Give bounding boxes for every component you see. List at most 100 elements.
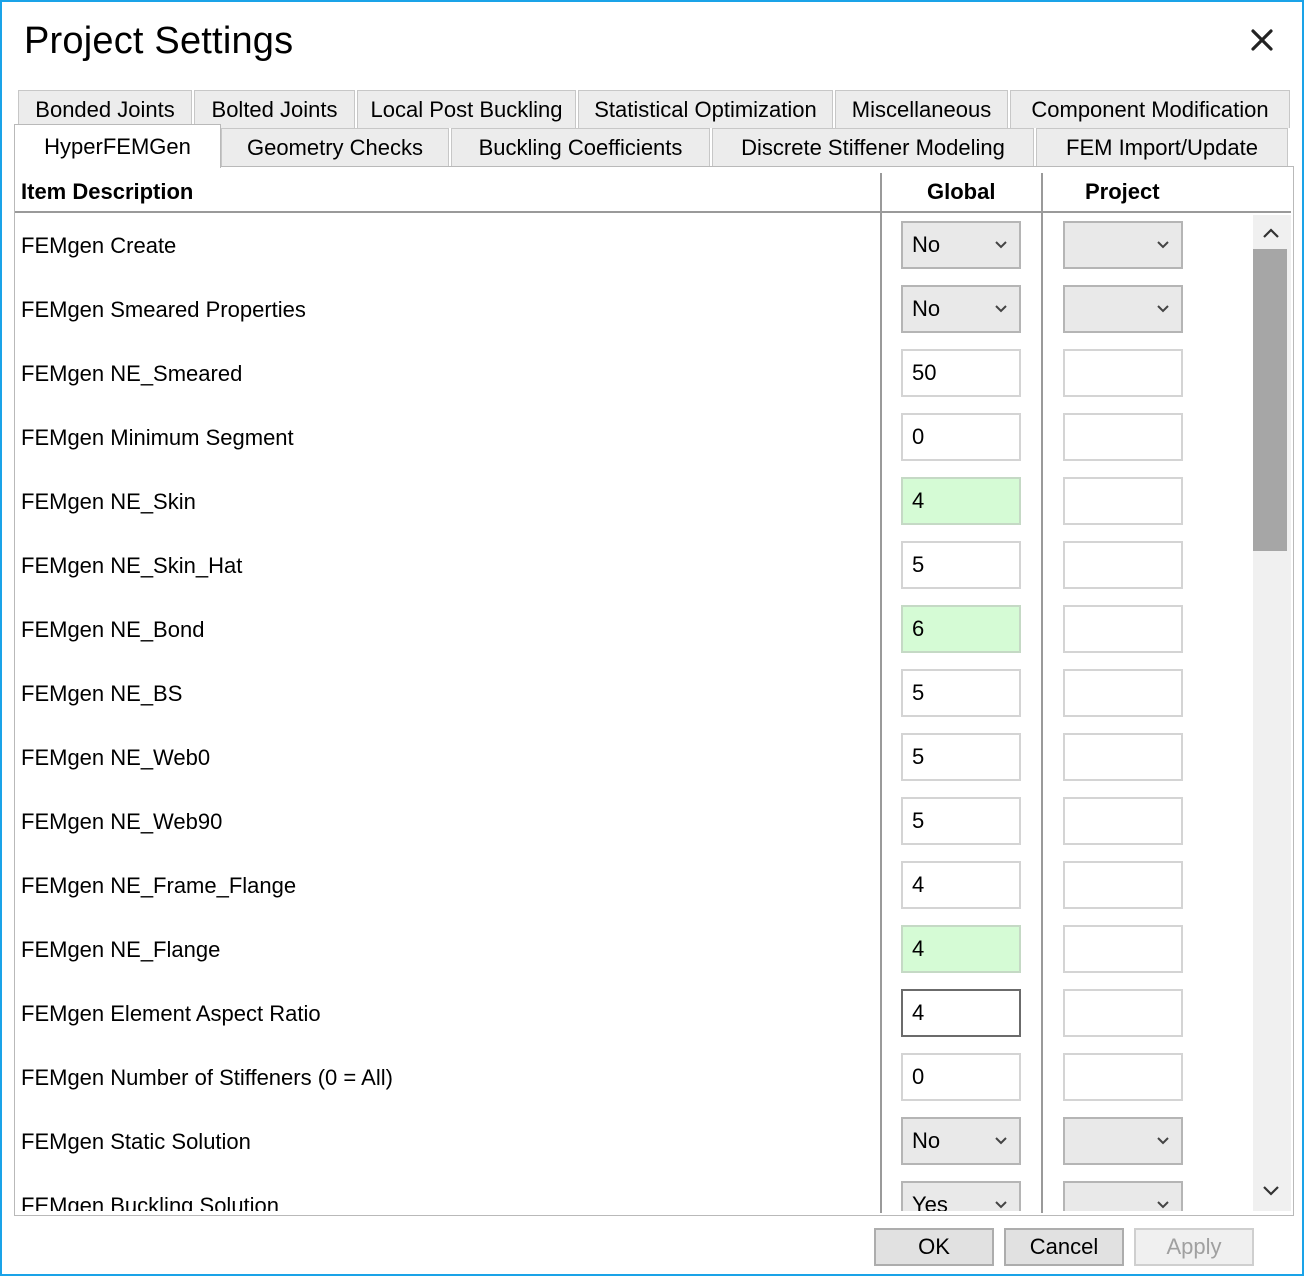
item-description: FEMgen Element Aspect Ratio bbox=[21, 1001, 321, 1026]
vertical-scrollbar[interactable] bbox=[1253, 215, 1291, 1211]
table-row: FEMgen NE_BS 5 bbox=[15, 663, 1251, 727]
table-row: FEMgen Create No bbox=[15, 215, 1251, 279]
project-input[interactable] bbox=[1063, 605, 1183, 653]
close-button[interactable] bbox=[1244, 22, 1280, 58]
item-description: FEMgen Buckling Solution bbox=[21, 1193, 280, 1211]
tab-geometry-checks[interactable]: Geometry Checks bbox=[221, 128, 449, 166]
global-value: 4 bbox=[912, 488, 925, 513]
project-input[interactable] bbox=[1063, 925, 1183, 973]
table-row: FEMgen NE_Web0 5 bbox=[15, 727, 1251, 791]
global-value: 0 bbox=[912, 1064, 925, 1089]
global-value: 4 bbox=[912, 936, 925, 961]
tab-miscellaneous[interactable]: Miscellaneous bbox=[835, 90, 1008, 128]
header-global: Global bbox=[927, 179, 996, 204]
global-value: Yes bbox=[912, 1192, 948, 1211]
table-row: FEMgen Minimum Segment 0 bbox=[15, 407, 1251, 471]
tab-hyperfemgen[interactable]: HyperFEMGen bbox=[14, 124, 221, 168]
project-input[interactable] bbox=[1063, 413, 1183, 461]
project-input[interactable] bbox=[1063, 733, 1183, 781]
item-description: FEMgen Number of Stiffeners (0 = All) bbox=[21, 1065, 393, 1090]
project-select[interactable] bbox=[1063, 221, 1183, 269]
project-input[interactable] bbox=[1063, 477, 1183, 525]
global-value: 5 bbox=[912, 744, 925, 769]
global-value: 50 bbox=[912, 360, 937, 385]
table-row: FEMgen NE_Web90 5 bbox=[15, 791, 1251, 855]
tab-bolted-joints[interactable]: Bolted Joints bbox=[194, 90, 355, 128]
chevron-down-icon bbox=[995, 1137, 1007, 1145]
tab-fem-import-update[interactable]: FEM Import/Update bbox=[1036, 128, 1288, 166]
settings-panel: Item Description Global Project FEMgen C… bbox=[14, 166, 1294, 1216]
global-input[interactable]: 4 bbox=[901, 477, 1021, 525]
close-icon bbox=[1251, 29, 1273, 51]
project-input[interactable] bbox=[1063, 669, 1183, 717]
project-settings-window: Project Settings Bonded Joints Bolted Jo… bbox=[0, 0, 1304, 1276]
chevron-down-icon bbox=[1157, 305, 1169, 313]
global-input[interactable]: 5 bbox=[901, 541, 1021, 589]
table-row: FEMgen Static Solution No bbox=[15, 1111, 1251, 1175]
item-description: FEMgen NE_Flange bbox=[21, 937, 221, 962]
item-description: FEMgen Minimum Segment bbox=[21, 425, 294, 450]
global-input[interactable]: 4 bbox=[901, 861, 1021, 909]
project-select[interactable] bbox=[1063, 1181, 1183, 1211]
apply-button[interactable]: Apply bbox=[1134, 1228, 1254, 1266]
global-input[interactable]: 5 bbox=[901, 669, 1021, 717]
global-value: 0 bbox=[912, 424, 925, 449]
table-row: FEMgen Number of Stiffeners (0 = All) 0 bbox=[15, 1047, 1251, 1111]
tab-bonded-joints[interactable]: Bonded Joints bbox=[18, 90, 192, 128]
global-input[interactable]: 5 bbox=[901, 797, 1021, 845]
global-value: No bbox=[912, 296, 941, 321]
global-input[interactable]: 4 bbox=[901, 925, 1021, 973]
item-description: FEMgen NE_Skin_Hat bbox=[21, 553, 243, 578]
table-row: FEMgen NE_Smeared 50 bbox=[15, 343, 1251, 407]
table-row: FEMgen NE_Frame_Flange 4 bbox=[15, 855, 1251, 919]
project-input[interactable] bbox=[1063, 861, 1183, 909]
global-input[interactable]: 5 bbox=[901, 733, 1021, 781]
global-input[interactable]: 0 bbox=[901, 413, 1021, 461]
global-select[interactable]: No bbox=[901, 285, 1021, 333]
tab-discrete-stiffener-modeling[interactable]: Discrete Stiffener Modeling bbox=[712, 128, 1034, 166]
tab-buckling-coefficients[interactable]: Buckling Coefficients bbox=[451, 128, 710, 166]
project-input[interactable] bbox=[1063, 1053, 1183, 1101]
ok-button[interactable]: OK bbox=[874, 1228, 994, 1266]
scroll-down-button[interactable] bbox=[1257, 1177, 1285, 1205]
item-description: FEMgen NE_Web0 bbox=[21, 745, 211, 770]
scroll-thumb[interactable] bbox=[1253, 249, 1287, 551]
project-input[interactable] bbox=[1063, 541, 1183, 589]
table-row: FEMgen NE_Skin 4 bbox=[15, 471, 1251, 535]
project-input[interactable] bbox=[1063, 349, 1183, 397]
global-input[interactable]: 6 bbox=[901, 605, 1021, 653]
project-input[interactable] bbox=[1063, 797, 1183, 845]
cancel-button[interactable]: Cancel bbox=[1004, 1228, 1124, 1266]
chevron-down-icon bbox=[1157, 241, 1169, 249]
table-row: FEMgen Element Aspect Ratio 4 bbox=[15, 983, 1251, 1047]
tab-statistical-optimization[interactable]: Statistical Optimization bbox=[578, 90, 833, 128]
global-input[interactable]: 4 bbox=[901, 989, 1021, 1037]
item-description: FEMgen NE_Skin bbox=[21, 489, 196, 514]
table-row: FEMgen NE_Flange 4 bbox=[15, 919, 1251, 983]
settings-table-body: FEMgen Create No FEMgen Smeared Properties… bbox=[15, 215, 1251, 1211]
chevron-down-icon bbox=[1157, 1201, 1169, 1209]
global-input[interactable]: 50 bbox=[901, 349, 1021, 397]
table-row: FEMgen Buckling Solution Yes bbox=[15, 1175, 1251, 1211]
project-input[interactable] bbox=[1063, 989, 1183, 1037]
chevron-down-icon bbox=[995, 305, 1007, 313]
tab-component-modification[interactable]: Component Modification bbox=[1010, 90, 1290, 128]
global-input[interactable]: 0 bbox=[901, 1053, 1021, 1101]
chevron-down-icon bbox=[1157, 1137, 1169, 1145]
global-value: 5 bbox=[912, 552, 925, 577]
chevron-down-icon bbox=[995, 1201, 1007, 1209]
item-description: FEMgen NE_Smeared bbox=[21, 361, 243, 386]
global-value: 6 bbox=[912, 616, 925, 641]
tab-local-post-buckling[interactable]: Local Post Buckling bbox=[357, 90, 576, 128]
global-select[interactable]: No bbox=[901, 221, 1021, 269]
global-select[interactable]: No bbox=[901, 1117, 1021, 1165]
project-select[interactable] bbox=[1063, 285, 1183, 333]
item-description: FEMgen Create bbox=[21, 233, 177, 258]
global-select[interactable]: Yes bbox=[901, 1181, 1021, 1211]
scroll-up-button[interactable] bbox=[1257, 219, 1285, 247]
global-value: 4 bbox=[912, 872, 925, 897]
global-value: No bbox=[912, 232, 941, 257]
item-description: FEMgen Smeared Properties bbox=[21, 297, 306, 322]
project-select[interactable] bbox=[1063, 1117, 1183, 1165]
table-row: FEMgen Smeared Properties No bbox=[15, 279, 1251, 343]
